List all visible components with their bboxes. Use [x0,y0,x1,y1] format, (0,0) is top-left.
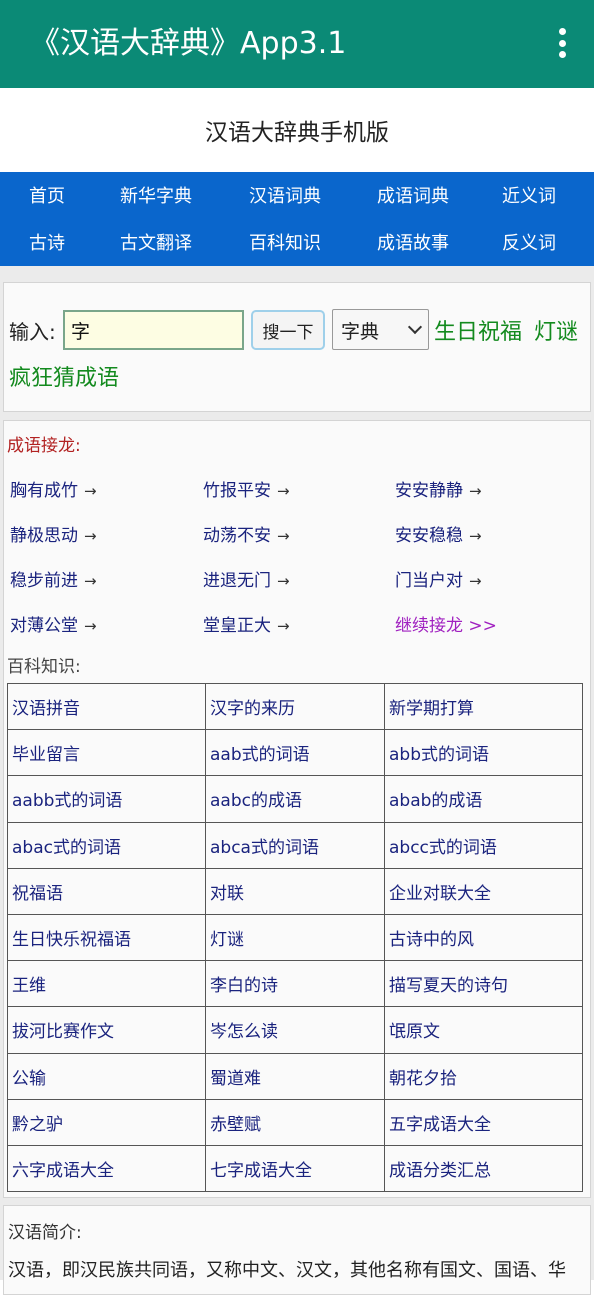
dictionary-select-value: 字典 [341,321,380,343]
intro-heading: 汉语简介: [8,1223,82,1243]
encyclopedia-link[interactable]: 祝福语 [7,867,206,915]
encyclopedia-link[interactable]: 六字成语大全 [7,1144,206,1193]
encyclopedia-link[interactable]: aabc的成语 [205,775,385,823]
idiom-chain-heading: 成语接龙: [7,436,81,456]
encyclopedia-link[interactable]: aab式的词语 [205,729,385,777]
table-row: 汉语拼音 汉字的来历 新学期打算 [7,682,583,731]
encyclopedia-link[interactable]: 岑怎么读 [205,1006,385,1054]
encyclopedia-link[interactable]: 李白的诗 [205,960,385,1008]
table-row: abac式的词语 abca式的词语 abcc式的词语 [7,821,583,869]
encyclopedia-link[interactable]: abca式的词语 [205,821,385,869]
idiom-link[interactable]: 竹报平安 → [203,476,290,501]
table-row: aabb式的词语 aabc的成语 abab的成语 [7,775,583,823]
nav-poems[interactable]: 古诗 [29,229,65,255]
encyclopedia-link[interactable]: 五字成语大全 [384,1098,583,1146]
encyclopedia-link[interactable]: 公输 [7,1052,206,1100]
encyclopedia-link[interactable]: 描写夏天的诗句 [384,960,583,1008]
encyclopedia-link[interactable]: 七字成语大全 [205,1144,385,1193]
encyclopedia-link[interactable]: 赤壁赋 [205,1098,385,1146]
nav-xinhua-dict[interactable]: 新华字典 [120,182,192,208]
arrow-right-icon: → [277,482,290,500]
search-button[interactable]: 搜一下 [251,310,325,350]
nav-home[interactable]: 首页 [29,182,65,208]
table-row: 毕业留言 aab式的词语 abb式的词语 [7,729,583,777]
more-vert-icon[interactable] [556,28,568,58]
idiom-link[interactable]: 进退无门 → [203,566,290,591]
arrow-right-icon: → [469,572,482,590]
link-birthday-wishes[interactable]: 生日祝福 [434,314,522,346]
intro-text: 汉语，即汉民族共同语，又称中文、汉文，其他名称有国文、国语、华 [8,1260,566,1281]
encyclopedia-link[interactable]: 毕业留言 [7,729,206,777]
nav-classical-translation[interactable]: 古文翻译 [120,229,192,255]
chevron-down-icon [407,319,423,335]
encyclopedia-link[interactable]: 企业对联大全 [384,867,583,915]
arrow-right-icon: → [469,482,482,500]
arrow-right-icon: → [277,527,290,545]
encyclopedia-link[interactable]: 对联 [205,867,385,915]
table-row: 拔河比赛作文 岑怎么读 氓原文 [7,1006,583,1054]
encyclopedia-link[interactable]: abab的成语 [384,775,583,823]
encyclopedia-link[interactable]: aabb式的词语 [7,775,206,823]
encyclopedia-link[interactable]: 新学期打算 [384,682,583,731]
table-row: 六字成语大全 七字成语大全 成语分类汇总 [7,1144,583,1193]
search-label: 输入: [9,320,56,344]
link-lantern-riddles[interactable]: 灯谜 [534,314,578,346]
nav-chinese-dict[interactable]: 汉语词典 [249,182,321,208]
idiom-link[interactable]: 动荡不安 → [203,521,290,546]
content-panel: 成语接龙: 胸有成竹 → 竹报平安 → 安安静静 → 静极思动 → 动荡不安 → 安安稳稳… [3,420,591,1198]
idiom-link[interactable]: 稳步前进 → [10,566,97,591]
search-input[interactable] [63,310,244,350]
encyclopedia-link[interactable]: 汉语拼音 [7,682,206,731]
table-row: 生日快乐祝福语 灯谜 古诗中的风 [7,913,583,962]
app-bar: 《汉语大辞典》App3.1 [0,0,594,88]
table-row: 公输 蜀道难 朝花夕拾 [7,1052,583,1100]
intro-panel: 汉语简介: 汉语，即汉民族共同语，又称中文、汉文，其他名称有国文、国语、华 [3,1205,591,1295]
encyclopedia-table: 汉语拼音 汉字的来历 新学期打算 毕业留言 aab式的词语 abb式的词语 aabb式的词语… [7,682,583,1193]
search-panel: 输入: 搜一下 字典 生日祝福 灯谜 疯狂猜成语 [3,282,591,412]
continue-chain-link[interactable]: 继续接龙 >> [395,611,497,636]
encyclopedia-link[interactable]: 成语分类汇总 [384,1144,583,1193]
encyclopedia-link[interactable]: abb式的词语 [384,729,583,777]
encyclopedia-link[interactable]: 汉字的来历 [205,682,385,731]
nav-idiom-dict[interactable]: 成语词典 [377,182,449,208]
link-crazy-idiom-guess[interactable]: 疯狂猜成语 [9,360,119,392]
arrow-right-icon: → [277,572,290,590]
table-row: 黔之驴 赤壁赋 五字成语大全 [7,1098,583,1146]
encyclopedia-heading: 百科知识: [7,657,81,677]
arrow-right-icon: → [84,482,97,500]
arrow-right-icon: → [84,527,97,545]
nav-idiom-stories[interactable]: 成语故事 [377,229,449,255]
encyclopedia-link[interactable]: 蜀道难 [205,1052,385,1100]
idiom-link[interactable]: 静极思动 → [10,521,97,546]
encyclopedia-link[interactable]: abac式的词语 [7,821,206,869]
encyclopedia-link[interactable]: 生日快乐祝福语 [7,913,206,962]
arrow-right-icon: → [84,572,97,590]
nav-encyclopedia[interactable]: 百科知识 [249,229,321,255]
encyclopedia-link[interactable]: 拔河比赛作文 [7,1006,206,1054]
nav-synonyms[interactable]: 近义词 [502,182,556,208]
encyclopedia-link[interactable]: 黔之驴 [7,1098,206,1146]
table-row: 王维 李白的诗 描写夏天的诗句 [7,960,583,1008]
idiom-link[interactable]: 安安稳稳 → [395,521,482,546]
idiom-link[interactable]: 门当户对 → [395,566,482,591]
encyclopedia-link[interactable]: 灯谜 [205,913,385,962]
encyclopedia-link[interactable]: abcc式的词语 [384,821,583,869]
arrow-right-icon: → [277,617,290,635]
arrow-right-icon: → [469,527,482,545]
arrow-right-icon: → [84,617,97,635]
encyclopedia-link[interactable]: 王维 [7,960,206,1008]
idiom-link[interactable]: 堂皇正大 → [203,611,290,636]
nav-antonyms[interactable]: 反义词 [502,229,556,255]
main-nav: 首页 新华字典 汉语词典 成语词典 近义词 古诗 古文翻译 百科知识 成语故事 … [0,172,594,266]
table-row: 祝福语 对联 企业对联大全 [7,867,583,915]
encyclopedia-link[interactable]: 氓原文 [384,1006,583,1054]
idiom-link[interactable]: 对薄公堂 → [10,611,97,636]
idiom-link[interactable]: 胸有成竹 → [10,476,97,501]
encyclopedia-link[interactable]: 古诗中的风 [384,913,583,962]
encyclopedia-link[interactable]: 朝花夕拾 [384,1052,583,1100]
app-title: 《汉语大辞典》App3.1 [30,26,347,61]
site-title: 汉语大辞典手机版 [0,88,594,172]
idiom-link[interactable]: 安安静静 → [395,476,482,501]
dictionary-select[interactable]: 字典 [332,309,429,350]
